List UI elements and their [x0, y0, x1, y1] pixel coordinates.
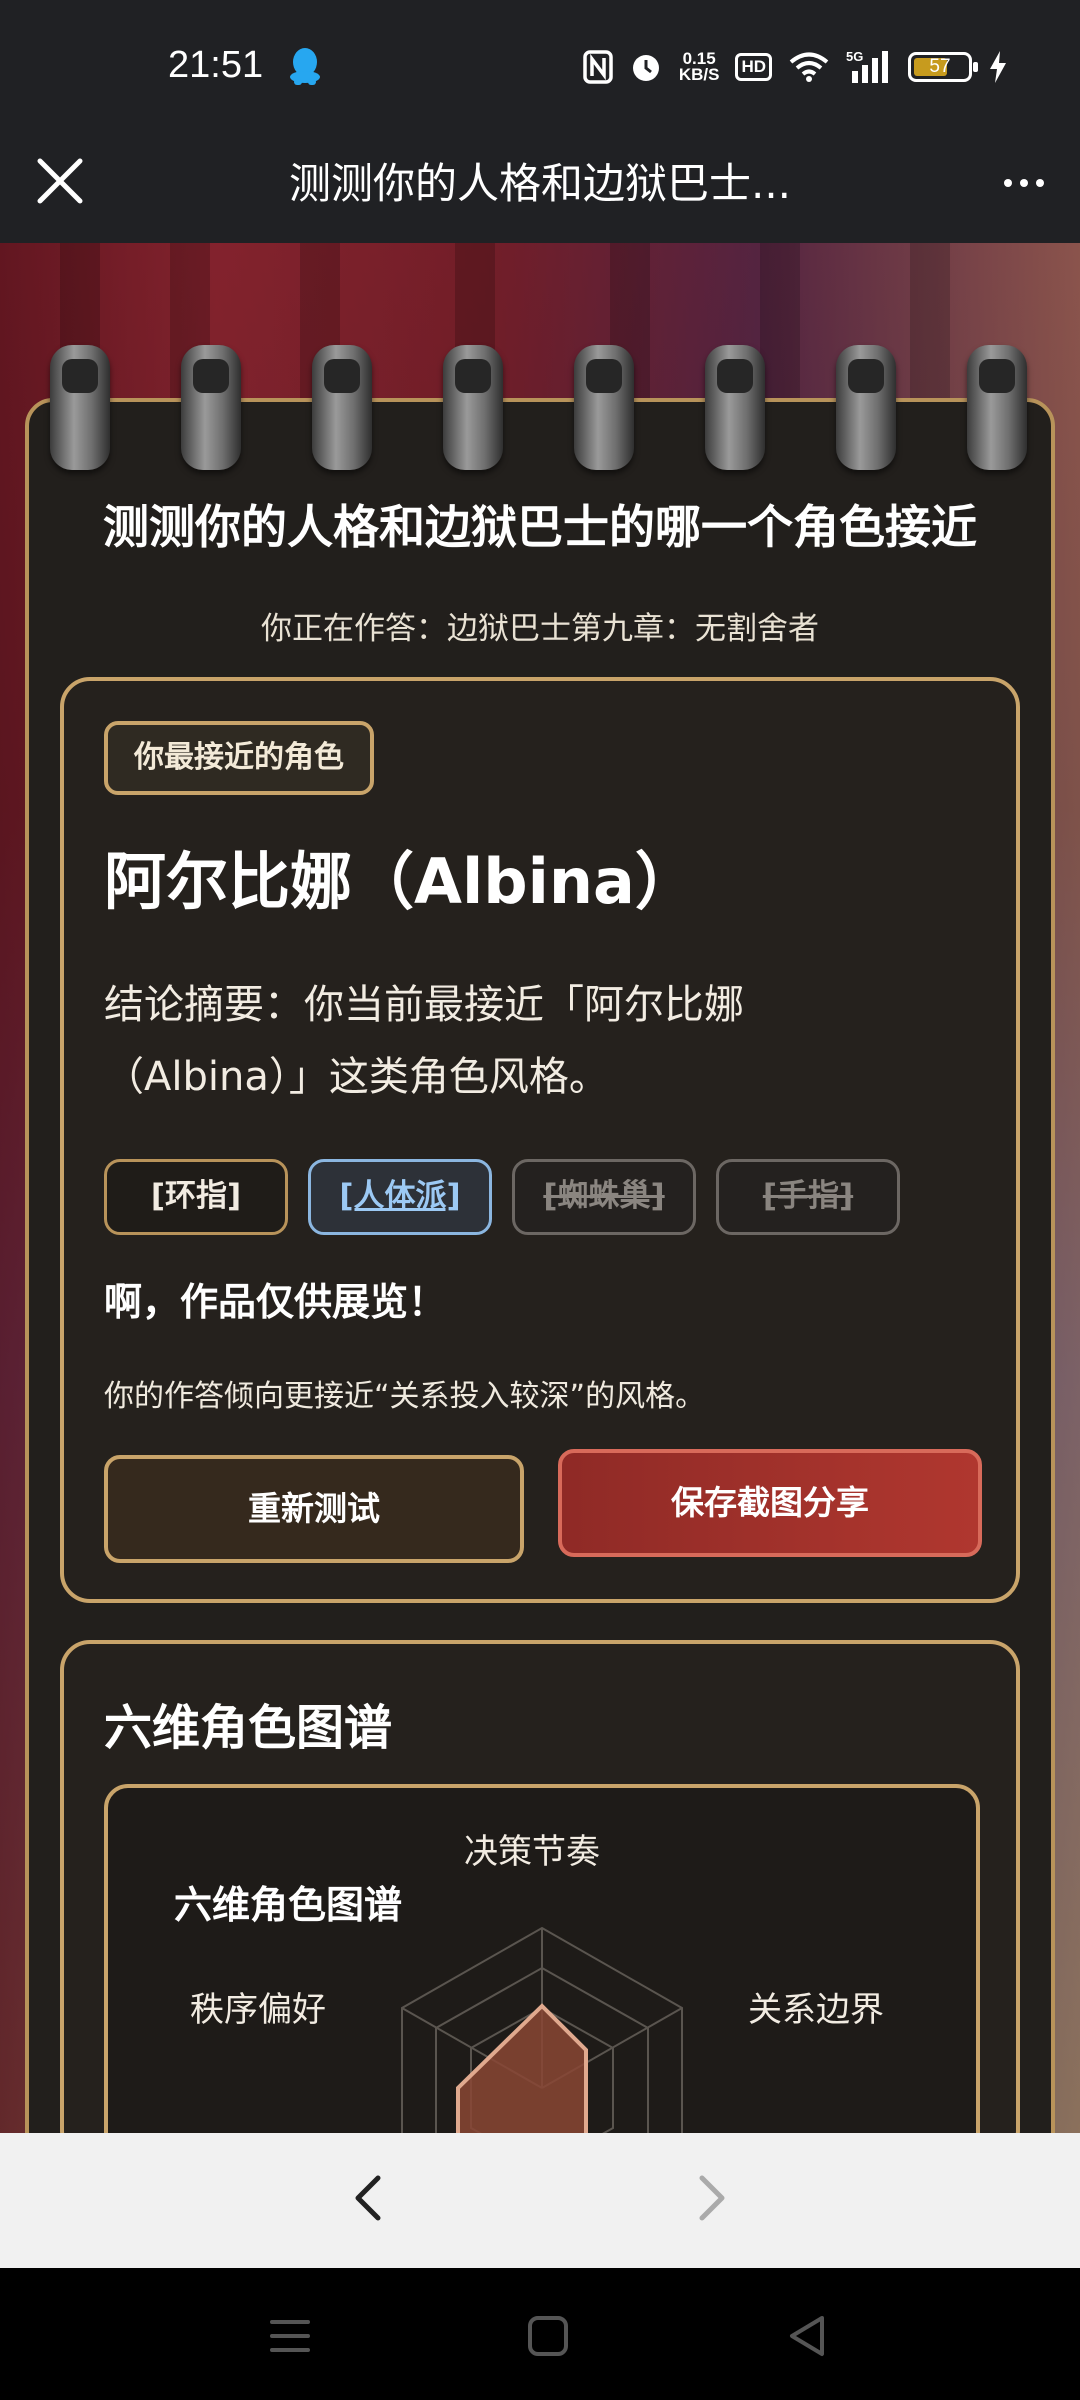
wifi-icon: [789, 52, 829, 82]
web-content[interactable]: 测测你的人格和边狱巴士的哪一个角色接近 你正在作答：边狱巴士第九章：无割舍者 你…: [0, 243, 1080, 2133]
radar-section-title: 六维角色图谱: [104, 1700, 393, 1756]
battery-level: 57: [929, 56, 951, 77]
status-bar: 21:51 0.15 KB/S HD 5G 57: [0, 0, 1080, 135]
binder-ring: [705, 345, 765, 470]
radar-chart-title: 六维角色图谱: [174, 1883, 403, 1927]
quiz-subtitle: 你正在作答：边狱巴士第九章：无割舍者: [261, 611, 819, 647]
result-badge: 你最接近的角色: [104, 721, 374, 795]
binder-ring: [312, 345, 372, 470]
menu-icon[interactable]: [262, 2308, 318, 2364]
back-triangle-icon[interactable]: [780, 2308, 836, 2364]
network-type: 5G: [846, 49, 863, 64]
system-nav-bar: [0, 2268, 1080, 2400]
more-icon[interactable]: [994, 153, 1054, 213]
tag-item-active[interactable]: [人体派]: [308, 1159, 492, 1235]
back-icon[interactable]: [340, 2168, 400, 2228]
tag-item[interactable]: [环指]: [104, 1159, 288, 1235]
axis-label-decision-rhythm: 决策节奏: [464, 1832, 600, 1872]
binder-ring: [50, 345, 110, 470]
axis-label-relationship-boundary: 关系边界: [748, 1990, 884, 2030]
qq-icon: [290, 48, 320, 85]
radar-chart: 六维角色图谱 决策节奏 秩序偏好 关系边界: [104, 1784, 980, 2133]
tag-list: [环指] [人体派] [蜘蛛巢] [手指]: [104, 1159, 900, 1235]
radar-polygon: [456, 2003, 588, 2133]
result-character-name: 阿尔比娜（Albina）: [104, 845, 697, 918]
binder-ring: [443, 345, 503, 470]
result-card: 你最接近的角色 阿尔比娜（Albina） 结论摘要：你当前最接近「阿尔比娜（Al…: [60, 677, 1020, 1603]
network-speed: 0.15 KB/S: [678, 49, 720, 84]
save-screenshot-button[interactable]: 保存截图分享: [558, 1449, 982, 1557]
binder-ring: [836, 345, 896, 470]
hd-badge: HD: [735, 53, 772, 81]
forward-icon[interactable]: [680, 2168, 740, 2228]
axis-label-order-preference: 秩序偏好: [190, 1990, 326, 2030]
battery-icon: 57: [908, 52, 978, 82]
status-time: 21:51: [168, 44, 264, 86]
tendency-text: 你的作答倾向更接近“关系投入较深”的风格。: [104, 1379, 706, 1414]
close-icon[interactable]: [30, 151, 90, 211]
alarm-icon: [632, 55, 659, 81]
quiz-title: 测测你的人格和边狱巴士的哪一个角色接近: [103, 500, 977, 554]
tag-item-struck[interactable]: [手指]: [716, 1159, 900, 1235]
charging-icon: [990, 51, 1006, 83]
home-icon[interactable]: [520, 2308, 576, 2364]
result-summary: 结论摘要：你当前最接近「阿尔比娜（Albina）」这类角色风格。: [104, 982, 744, 1100]
binder-ring: [574, 345, 634, 470]
binder-ring: [967, 345, 1027, 470]
retry-button[interactable]: 重新测试: [104, 1455, 524, 1563]
app-header: 测测你的人格和边狱巴士...: [0, 135, 1080, 243]
status-icons: 0.15 KB/S HD 5G 57: [583, 46, 1008, 88]
radar-card: 六维角色图谱 六维角色图谱 决策节奏 秩序偏好 关系边界: [60, 1640, 1020, 2133]
tag-item-struck[interactable]: [蜘蛛巢]: [512, 1159, 696, 1235]
browser-bottom-nav: [0, 2133, 1080, 2268]
exhibit-note: 啊，作品仅供展览！: [104, 1280, 447, 1324]
signal-icon: 5G: [846, 49, 888, 83]
page-title: 测测你的人格和边狱巴士...: [288, 159, 792, 208]
nfc-icon: [583, 50, 613, 84]
binder-ring: [181, 345, 241, 470]
